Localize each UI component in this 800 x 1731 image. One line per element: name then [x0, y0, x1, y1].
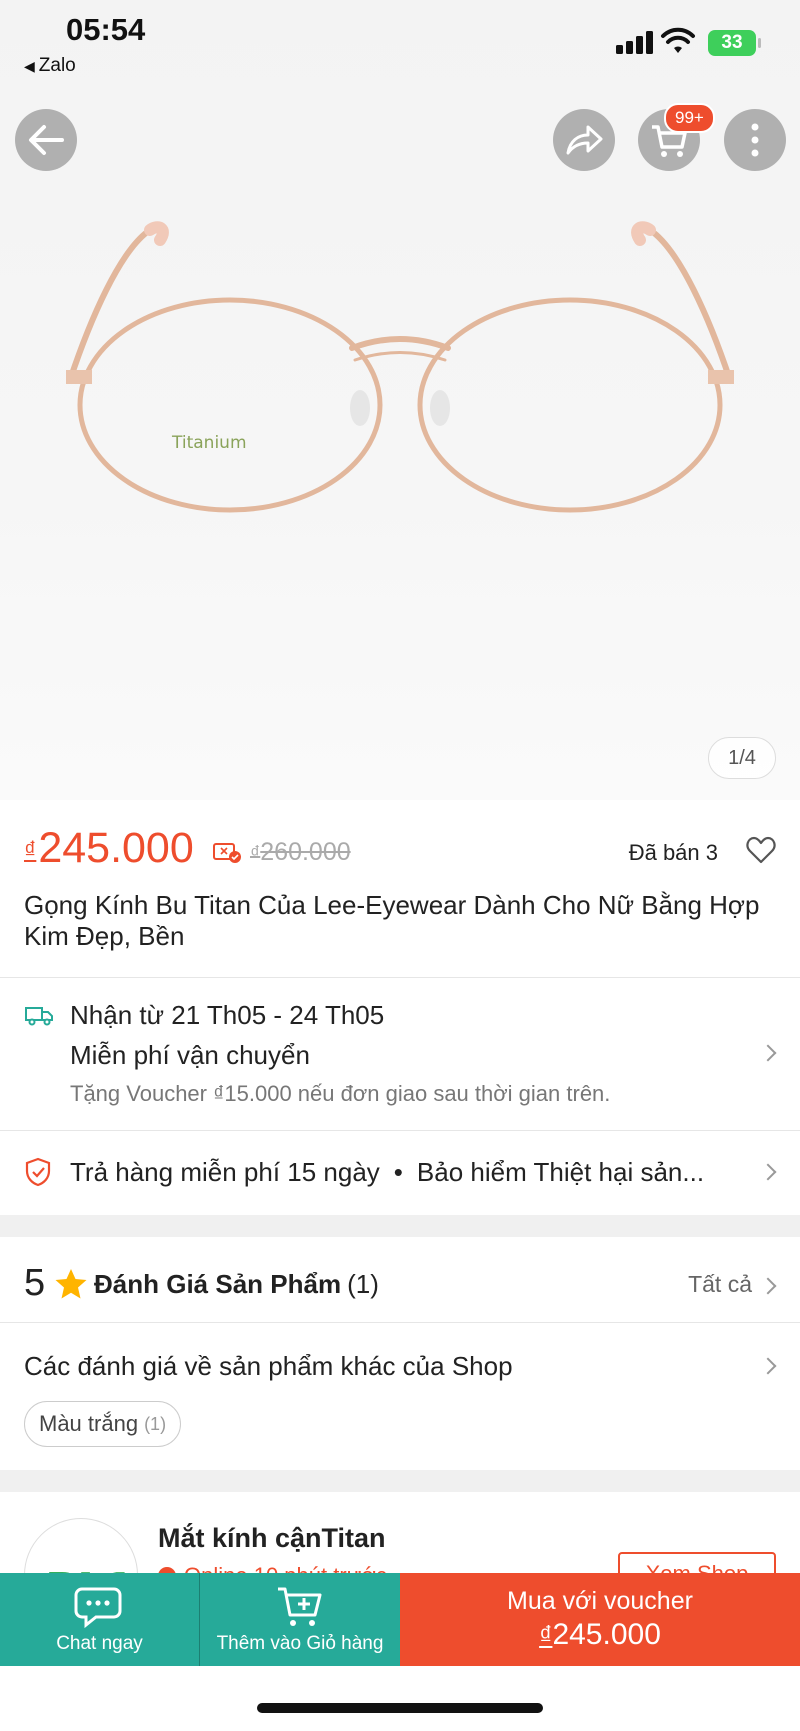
- share-icon: [566, 125, 603, 155]
- more-icon: [751, 123, 759, 157]
- chat-button[interactable]: Chat ngay: [0, 1573, 199, 1666]
- signal-icon: [616, 30, 654, 54]
- cart-badge: 99+: [664, 103, 715, 133]
- buy-price: ₫245.000: [539, 1618, 661, 1651]
- original-price: ₫260.000: [250, 838, 351, 866]
- add-cart-label: Thêm vào Giỏ hàng: [216, 1632, 384, 1654]
- delivery-date: Nhận từ 21 Th05 - 24 Th05: [70, 1000, 385, 1030]
- rating-score: 5: [24, 1262, 46, 1304]
- add-cart-icon: [278, 1587, 322, 1626]
- free-shipping: Miễn phí vận chuyển: [70, 1040, 310, 1070]
- glasses-image: Titanium: [66, 221, 734, 513]
- divider: [0, 1322, 800, 1323]
- safe-area: [0, 1666, 800, 1731]
- chevron-right-icon: [759, 1357, 777, 1375]
- back-app-label: Zalo: [38, 55, 76, 76]
- back-arrow-icon: [29, 125, 64, 155]
- back-button[interactable]: [15, 109, 77, 171]
- more-button[interactable]: [724, 109, 786, 171]
- chevron-right-icon: [759, 1044, 777, 1062]
- back-to-app-link[interactable]: ◀ Zalo: [24, 55, 76, 77]
- divider: [0, 977, 800, 978]
- divider: [0, 1130, 800, 1131]
- buy-with-voucher-button[interactable]: Mua với voucher ₫245.000: [400, 1573, 800, 1666]
- image-page-indicator: 1/4: [708, 737, 776, 779]
- star-icon: [55, 1269, 87, 1299]
- current-price: ₫245.000: [24, 824, 194, 872]
- battery-indicator: 33: [708, 30, 761, 56]
- product-image-gallery[interactable]: Titanium 99+ 1/4: [0, 0, 800, 800]
- wifi-icon: [661, 27, 695, 53]
- price-row: ₫245.000 ₫260.000 Đã bán 3: [24, 818, 776, 878]
- see-all-reviews-link[interactable]: Tất cả: [688, 1271, 752, 1298]
- add-to-cart-button[interactable]: Thêm vào Giỏ hàng: [199, 1573, 400, 1666]
- shield-icon: [25, 1157, 51, 1187]
- truck-icon: [25, 1007, 53, 1026]
- cart-button[interactable]: 99+: [638, 103, 715, 171]
- chevron-right-icon: [759, 1163, 777, 1181]
- voucher-note: Tặng Voucher ₫15.000 nếu đơn giao sau th…: [70, 1081, 611, 1106]
- status-time: 05:54: [66, 12, 146, 47]
- reviews-title: Đánh Giá Sản Phẩm (1): [94, 1269, 379, 1299]
- review-filter-chip[interactable]: Màu trắng (1): [24, 1401, 182, 1447]
- section-gap: [0, 1470, 800, 1492]
- product-title: Gọng Kính Bu Titan Của Lee-Eyewear Dành …: [24, 890, 760, 951]
- bottom-action-bar: Chat ngay Thêm vào Giỏ hàng Mua với vouc…: [0, 1573, 800, 1666]
- status-bar: 05:54 ◀ Zalo 33: [0, 0, 800, 90]
- buy-label: Mua với voucher: [507, 1587, 693, 1615]
- other-reviews-label: Các đánh giá về sản phẩm khác của Shop: [24, 1351, 513, 1381]
- home-indicator[interactable]: [257, 1703, 543, 1713]
- frame-text: Titanium: [171, 433, 247, 453]
- guarantee-text: Trả hàng miễn phí 15 ngày • Bảo hiểm Thiệt…: [70, 1157, 705, 1187]
- sold-count: Đã bán 3: [628, 840, 718, 865]
- share-button[interactable]: [553, 109, 615, 171]
- voucher-icon: [213, 843, 241, 863]
- chat-label: Chat ngay: [56, 1632, 143, 1654]
- section-gap: [0, 1215, 800, 1237]
- heart-icon[interactable]: [746, 836, 776, 864]
- shop-name[interactable]: Mắt kính cậnTitan: [158, 1523, 386, 1554]
- chevron-right-icon: [759, 1277, 777, 1295]
- chat-icon: [74, 1587, 121, 1628]
